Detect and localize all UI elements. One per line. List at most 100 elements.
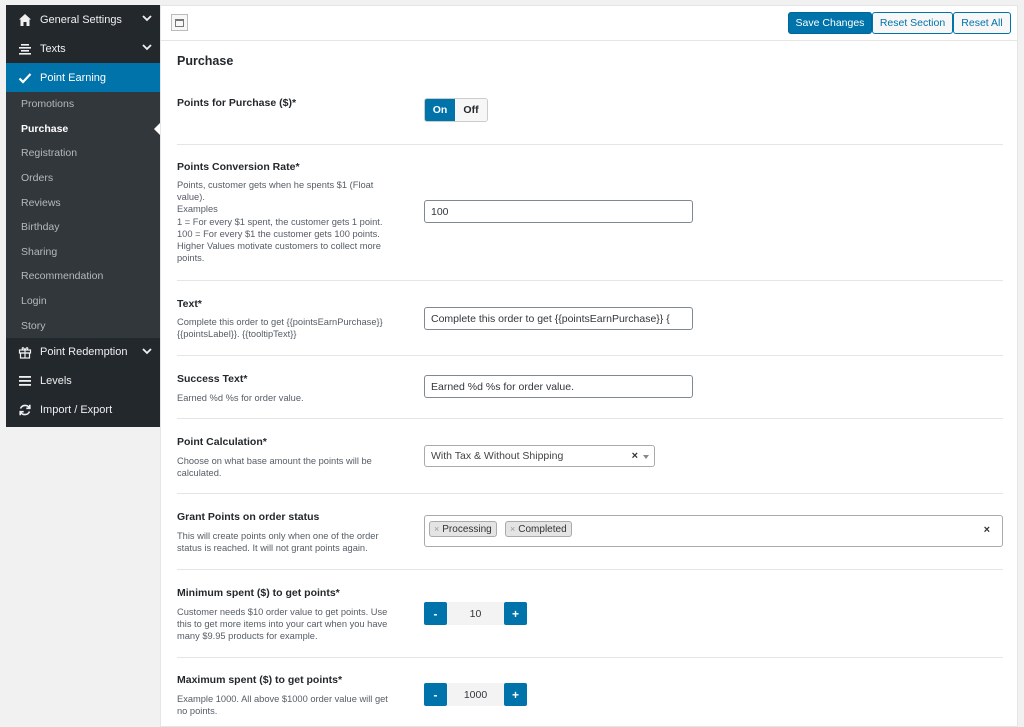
nav-point-earning[interactable]: Point Earning <box>6 63 160 92</box>
nav-general-settings[interactable]: General Settings <box>6 5 160 34</box>
submenu-item-purchase[interactable]: Purchase <box>6 117 160 142</box>
desc-line: calculated. <box>177 468 222 479</box>
conversion-rate-label: Points Conversion Rate* <box>177 161 300 173</box>
text-align-icon <box>17 41 33 57</box>
row-text: Text* Complete this order to get {{point… <box>177 281 1003 356</box>
section-title: Purchase <box>177 54 234 68</box>
text-input[interactable]: Complete this order to get {{pointsEarnP… <box>424 307 693 330</box>
clear-selection-icon[interactable]: × <box>632 450 638 462</box>
save-changes-button[interactable]: Save Changes <box>788 12 872 34</box>
grant-status-description: This will create points only when one of… <box>177 530 417 554</box>
desc-line: many $9.95 products for example. <box>177 631 318 642</box>
toggle-off-button[interactable]: Off <box>455 99 487 121</box>
reset-section-button[interactable]: Reset Section <box>872 12 953 34</box>
decrement-button[interactable]: - <box>424 602 447 625</box>
panel-toolbar: Save Changes Reset Section Reset All <box>161 6 1017 41</box>
nav-levels-label: Levels <box>40 375 72 388</box>
row-grant-status: Grant Points on order status This will c… <box>177 494 1003 570</box>
max-spent-label: Maximum spent ($) to get points* <box>177 674 343 686</box>
submenu-item-promotions[interactable]: Promotions <box>6 92 160 117</box>
submenu-item-birthday[interactable]: Birthday <box>6 215 160 240</box>
checkmark-icon <box>17 70 33 86</box>
desc-line: {{pointsLabel}}. {{tooltipText}} <box>177 329 297 340</box>
refresh-icon <box>17 402 33 418</box>
submenu-item-recommendation[interactable]: Recommendation <box>6 264 160 289</box>
submenu-item-orders[interactable]: Orders <box>6 166 160 191</box>
point-calculation-select[interactable]: With Tax & Without Shipping × <box>424 445 655 467</box>
point-calculation-label: Point Calculation* <box>177 436 267 448</box>
toggle-on-button[interactable]: On <box>425 99 455 121</box>
increment-button[interactable]: + <box>504 602 527 625</box>
clear-all-icon[interactable]: × <box>984 524 990 536</box>
point-calculation-description: Choose on what base amount the points wi… <box>177 455 417 479</box>
desc-line: no points. <box>177 706 218 717</box>
increment-button[interactable]: + <box>504 683 527 706</box>
desc-line: Higher Values motivate customers to coll… <box>177 241 381 252</box>
max-spent-value[interactable]: 1000 <box>447 683 504 706</box>
nav-point-redemption[interactable]: Point Redemption <box>6 338 160 367</box>
submenu-item-reviews[interactable]: Reviews <box>6 190 160 215</box>
min-spent-description: Customer needs $10 order value to get po… <box>177 606 417 643</box>
tag-label: Completed <box>518 523 567 535</box>
submenu-item-login[interactable]: Login <box>6 289 160 314</box>
success-text-input[interactable]: Earned %d %s for order value. <box>424 375 693 398</box>
success-text-label: Success Text* <box>177 373 248 385</box>
tag-processing: × Processing <box>429 521 497 537</box>
list-icon <box>17 373 33 389</box>
min-spent-label: Minimum spent ($) to get points* <box>177 587 340 599</box>
max-spent-description: Example 1000. All above $1000 order valu… <box>177 693 417 717</box>
max-spent-stepper: - 1000 + <box>424 683 527 706</box>
row-max-spent: Maximum spent ($) to get points* Example… <box>177 658 1003 727</box>
row-conversion-rate: Points Conversion Rate* Points, customer… <box>177 145 1003 281</box>
desc-line: This will create points only when one of… <box>177 531 379 541</box>
expand-toggle-button[interactable] <box>171 14 188 31</box>
tag-completed: × Completed <box>505 521 572 537</box>
home-icon <box>17 12 33 28</box>
nav-point-earning-label: Point Earning <box>40 71 107 84</box>
desc-line: Examples <box>177 204 218 215</box>
nav-texts-label: Texts <box>40 42 66 55</box>
conversion-rate-description: Points, customer gets when he spents $1 … <box>177 179 417 264</box>
remove-tag-icon[interactable]: × <box>434 524 439 534</box>
chevron-down-icon <box>142 42 152 55</box>
point-earning-submenu: Promotions Purchase Registration Orders … <box>6 92 160 338</box>
dropdown-arrow-icon[interactable] <box>643 455 649 459</box>
admin-sidebar: General Settings Texts Point Earning Pro… <box>6 5 160 427</box>
gift-icon <box>17 344 33 360</box>
desc-line: Complete this order to get {{pointsEarnP… <box>177 317 383 327</box>
success-text-description: Earned %d %s for order value. <box>177 393 304 403</box>
chevron-down-icon <box>142 346 152 359</box>
desc-line: 1 = For every $1 spent, the customer get… <box>177 216 383 227</box>
conversion-rate-input[interactable]: 100 <box>424 200 693 223</box>
nav-point-redemption-label: Point Redemption <box>40 346 128 359</box>
tag-label: Processing <box>442 523 492 535</box>
row-point-calculation: Point Calculation* Choose on what base a… <box>177 419 1003 494</box>
decrement-button[interactable]: - <box>424 683 447 706</box>
desc-line: this to get more items into your cart wh… <box>177 619 388 630</box>
min-spent-stepper: - 10 + <box>424 602 527 625</box>
nav-general-settings-label: General Settings <box>40 13 122 26</box>
row-min-spent: Minimum spent ($) to get points* Custome… <box>177 570 1003 658</box>
nav-levels[interactable]: Levels <box>6 367 160 396</box>
desc-line: points. <box>177 253 205 264</box>
desc-line: Choose on what base amount the points wi… <box>177 456 372 466</box>
submenu-item-story[interactable]: Story <box>6 313 160 338</box>
chevron-down-icon <box>142 13 152 26</box>
desc-line: 100 = For every $1 the customer gets 100… <box>177 228 380 239</box>
row-success-text: Success Text* Earned %d %s for order val… <box>177 356 1003 419</box>
submenu-item-registration[interactable]: Registration <box>6 141 160 166</box>
min-spent-value[interactable]: 10 <box>447 602 504 625</box>
points-for-purchase-toggle[interactable]: On Off <box>424 98 488 122</box>
text-description: Complete this order to get {{pointsEarnP… <box>177 316 417 340</box>
grant-status-label: Grant Points on order status <box>177 511 320 523</box>
grant-status-multiselect[interactable]: × Processing × Completed × <box>424 515 1003 547</box>
nav-import-export[interactable]: Import / Export <box>6 396 160 425</box>
reset-all-button[interactable]: Reset All <box>953 12 1011 34</box>
desc-line: status is reached. It will not grant poi… <box>177 543 368 554</box>
points-for-purchase-label: Points for Purchase ($)* <box>177 97 297 109</box>
submenu-item-sharing[interactable]: Sharing <box>6 240 160 265</box>
window-icon <box>175 18 184 27</box>
remove-tag-icon[interactable]: × <box>510 524 515 534</box>
desc-line: Example 1000. All above $1000 order valu… <box>177 694 388 704</box>
nav-texts[interactable]: Texts <box>6 34 160 63</box>
